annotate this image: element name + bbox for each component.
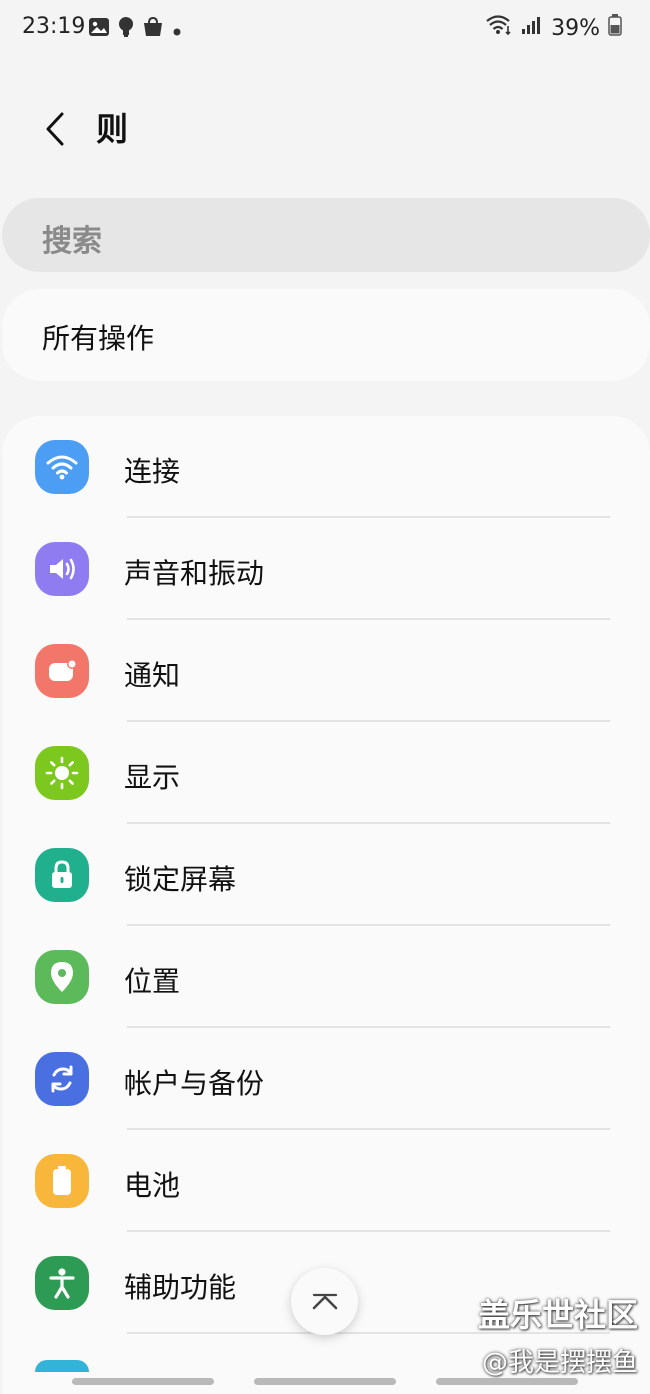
back-button[interactable] bbox=[30, 104, 80, 154]
settings-item-label: 显示 bbox=[124, 761, 181, 794]
notification-icon bbox=[35, 644, 89, 698]
status-bar: 23:19 39% bbox=[0, 0, 650, 58]
sun-icon bbox=[35, 746, 89, 800]
location-pin-icon bbox=[35, 950, 89, 1004]
search-input[interactable]: 搜索 bbox=[2, 198, 650, 272]
accessibility-icon bbox=[35, 1256, 89, 1310]
signal-icon bbox=[521, 15, 543, 41]
battery-icon bbox=[608, 14, 622, 42]
watermark: 盖乐世社区 @我是摆摆鱼 bbox=[478, 1290, 638, 1379]
sync-icon bbox=[35, 1052, 89, 1106]
dot-icon bbox=[172, 18, 182, 43]
settings-item-label: 电池 bbox=[124, 1169, 181, 1202]
lightbulb-icon bbox=[118, 16, 134, 44]
settings-item-label: 通知 bbox=[124, 659, 181, 692]
speaker-icon bbox=[35, 542, 89, 596]
gallery-icon bbox=[88, 17, 110, 43]
settings-item-label: 位置 bbox=[124, 965, 181, 998]
navigation-bar bbox=[0, 1372, 650, 1394]
watermark-title: 盖乐世社区 bbox=[477, 1296, 638, 1334]
settings-item-lock-screen[interactable]: 锁定屏幕 bbox=[2, 824, 650, 926]
settings-item-label: 声音和振动 bbox=[124, 557, 265, 590]
home-button[interactable] bbox=[254, 1378, 396, 1385]
chevron-left-icon bbox=[46, 112, 64, 146]
settings-item-sound-vibration[interactable]: 声音和振动 bbox=[2, 518, 650, 620]
settings-item-accounts-backup[interactable]: 帐户与备份 bbox=[2, 1028, 650, 1130]
wifi-icon bbox=[35, 440, 89, 494]
settings-item-display[interactable]: 显示 bbox=[2, 722, 650, 824]
battery-percent: 39% bbox=[551, 15, 600, 41]
wifi-icon bbox=[485, 14, 513, 42]
all-actions-label: 所有操作 bbox=[42, 322, 155, 355]
shopping-bag-icon bbox=[142, 16, 164, 44]
chevron-up-icon bbox=[312, 1293, 337, 1309]
lock-icon bbox=[35, 848, 89, 902]
settings-item-label: 锁定屏幕 bbox=[124, 863, 237, 896]
header: 则 bbox=[0, 96, 650, 166]
back-nav-button[interactable] bbox=[436, 1378, 578, 1385]
settings-item-battery[interactable]: 电池 bbox=[2, 1130, 650, 1232]
settings-item-label: 辅助功能 bbox=[124, 1271, 237, 1304]
search-placeholder: 搜索 bbox=[42, 224, 102, 259]
settings-item-connections[interactable]: 连接 bbox=[2, 416, 650, 518]
settings-item-notifications[interactable]: 通知 bbox=[2, 620, 650, 722]
all-actions-item[interactable]: 所有操作 bbox=[2, 289, 650, 381]
page-title: 则 bbox=[96, 110, 129, 148]
recent-apps-button[interactable] bbox=[72, 1378, 214, 1385]
settings-list: 连接 声音和振动 通知 显示 锁定屏幕 位置 帐户与备份 电池 辅助功能 bbox=[2, 416, 650, 1394]
battery-icon bbox=[35, 1154, 89, 1208]
settings-item-label: 帐户与备份 bbox=[124, 1067, 265, 1100]
settings-item-location[interactable]: 位置 bbox=[2, 926, 650, 1028]
status-time: 23:19 bbox=[22, 14, 86, 39]
next-item-icon bbox=[35, 1360, 89, 1372]
scroll-to-top-button[interactable] bbox=[291, 1268, 358, 1335]
settings-item-label: 连接 bbox=[124, 455, 181, 488]
